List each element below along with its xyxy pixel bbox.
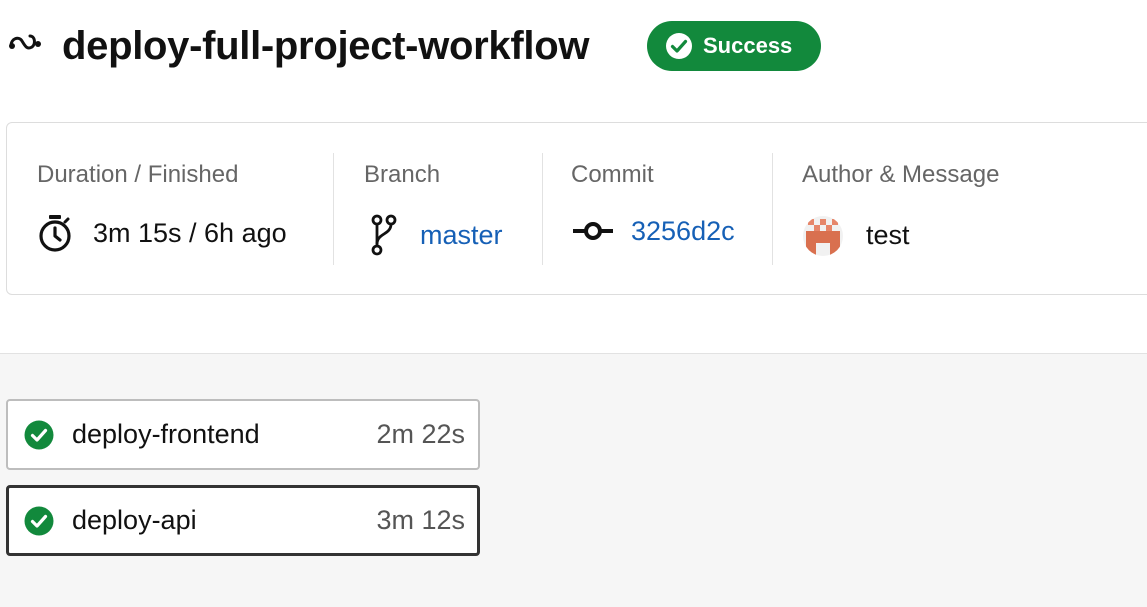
status-badge: Success: [647, 21, 821, 71]
branch-section: Branch master: [364, 123, 544, 294]
status-label: Success: [703, 33, 793, 58]
commit-message[interactable]: test: [866, 217, 910, 253]
commit-icon: [573, 222, 613, 240]
author-value: test: [802, 213, 910, 257]
branch-label: Branch: [364, 161, 441, 188]
stopwatch-icon: [39, 215, 71, 252]
avatar[interactable]: [802, 215, 844, 257]
commit-value: 3256d2c: [571, 213, 735, 249]
duration-label: Duration / Finished: [37, 161, 239, 188]
page-title: deploy-full-project-workflow: [62, 24, 590, 68]
job-name: deploy-api: [72, 505, 197, 535]
workflow-header: deploy-full-project-workflow Success: [0, 0, 1147, 95]
duration-value: 3m 15s / 6h ago: [37, 213, 287, 253]
divider: [542, 153, 543, 265]
commit-link[interactable]: 3256d2c: [631, 213, 735, 249]
branch-link[interactable]: master: [420, 217, 503, 253]
divider: [772, 153, 773, 265]
workflow-icon: [9, 34, 41, 50]
jobs-panel: deploy-frontend 2m 22s deploy-api 3m 12s: [0, 353, 1147, 607]
job-name: deploy-frontend: [72, 419, 260, 449]
commit-section: Commit 3256d2c: [571, 123, 771, 294]
author-section: Author & Message test: [802, 123, 1132, 294]
branch-icon: [371, 214, 397, 256]
author-label: Author & Message: [802, 161, 1000, 188]
workflow-info-card: Duration / Finished 3m 15s / 6h ago Bran…: [6, 122, 1147, 295]
divider: [333, 153, 334, 265]
workflow-page: deploy-full-project-workflow Success Dur…: [0, 0, 1147, 607]
job-item-deploy-api[interactable]: deploy-api 3m 12s: [6, 485, 480, 556]
success-check-icon: [24, 420, 54, 449]
job-duration: 3m 12s: [376, 505, 465, 535]
job-item-deploy-frontend[interactable]: deploy-frontend 2m 22s: [6, 399, 480, 470]
duration-section: Duration / Finished 3m 15s / 6h ago: [37, 123, 327, 294]
branch-value: master: [364, 213, 503, 257]
check-circle-icon: [666, 33, 692, 59]
job-duration: 2m 22s: [376, 419, 465, 449]
success-check-icon: [24, 506, 54, 535]
commit-label: Commit: [571, 161, 654, 188]
duration-text: 3m 15s / 6h ago: [93, 218, 287, 248]
